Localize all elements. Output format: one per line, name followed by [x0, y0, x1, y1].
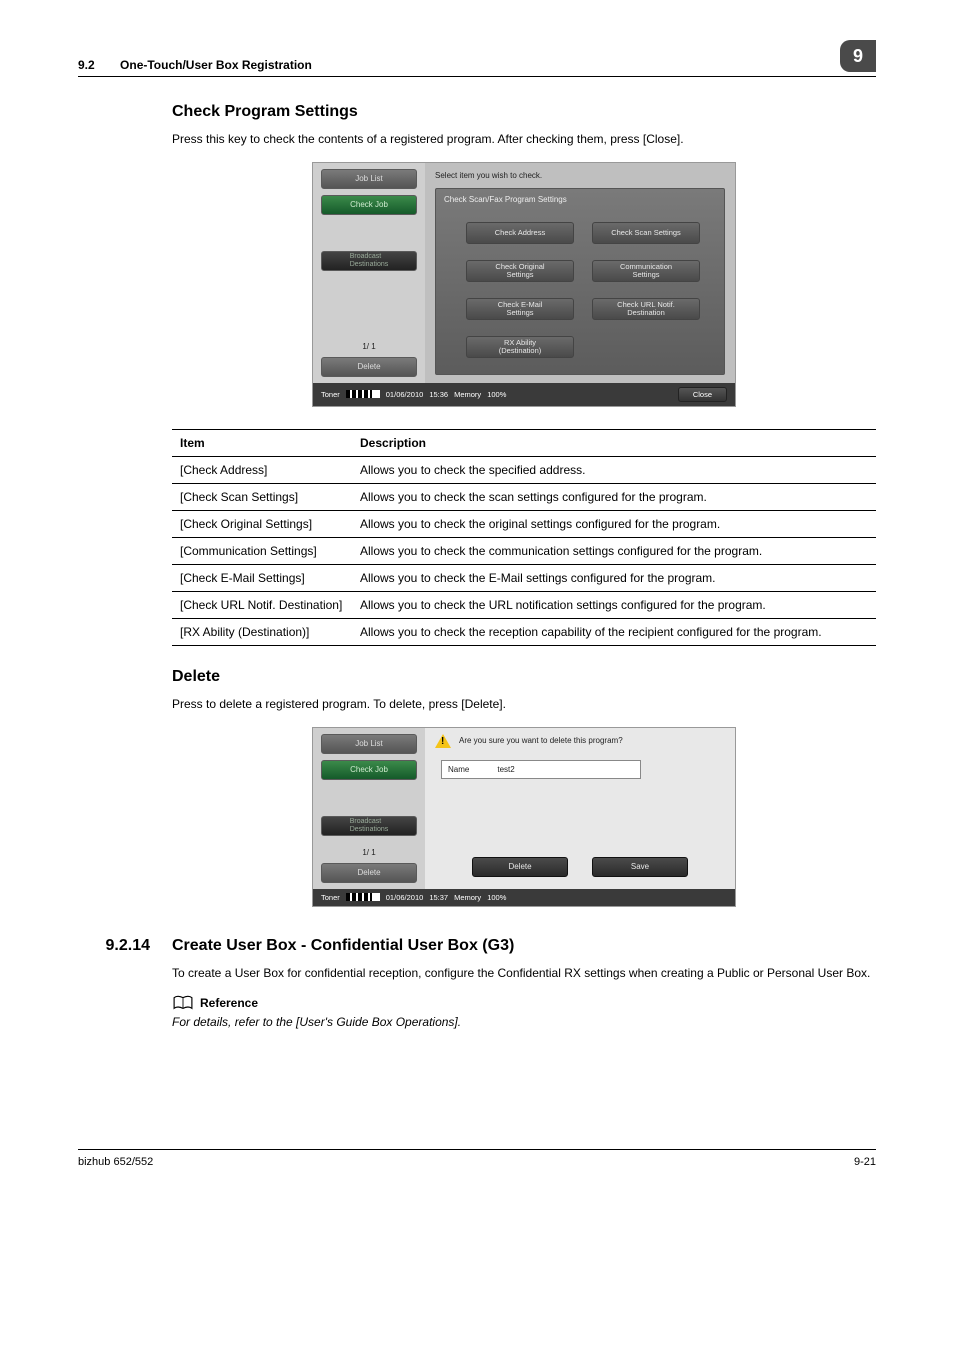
- shot1-memory-value: 100%: [487, 390, 506, 399]
- save-button[interactable]: Save: [592, 857, 688, 877]
- shot1-time: 15:36: [429, 391, 448, 399]
- cell-item: [Check Original Settings]: [172, 510, 352, 537]
- shot2-memory-value: 100%: [487, 893, 506, 902]
- subsection-title: Create User Box - Confidential User Box …: [172, 937, 514, 955]
- cell-desc: Allows you to check the communication se…: [352, 537, 876, 564]
- table-row: [Check Address]Allows you to check the s…: [172, 456, 876, 483]
- settings-description-table: Item Description [Check Address]Allows y…: [172, 429, 876, 646]
- cell-item: [Check URL Notif. Destination]: [172, 591, 352, 618]
- shot2-pager: 1/ 1: [321, 848, 417, 857]
- table-row: [Check E-Mail Settings]Allows you to che…: [172, 564, 876, 591]
- warning-icon: !: [435, 734, 451, 748]
- cell-item: [Check Scan Settings]: [172, 483, 352, 510]
- header-section-title: One-Touch/User Box Registration: [120, 58, 312, 72]
- job-list-button[interactable]: Job List: [321, 734, 417, 754]
- delete-body: Press to delete a registered program. To…: [172, 696, 876, 713]
- table-header-row: Item Description: [172, 429, 876, 456]
- toner-label: Toner: [321, 390, 340, 399]
- reference-text: For details, refer to the [User's Guide …: [172, 1015, 876, 1029]
- book-icon: [172, 995, 194, 1011]
- delete-title: Delete: [172, 668, 876, 686]
- check-original-settings-button[interactable]: Check Original Settings: [466, 260, 574, 282]
- footer-right: 9-21: [854, 1156, 876, 1168]
- toner-gauge-icon: [346, 893, 380, 901]
- cell-item: [Check Address]: [172, 456, 352, 483]
- screenshot-check-program: Job List Check Job Broadcast Destination…: [312, 162, 736, 407]
- cell-desc: Allows you to check the E-Mail settings …: [352, 564, 876, 591]
- broadcast-destinations-button[interactable]: Broadcast Destinations: [321, 251, 417, 271]
- job-list-button[interactable]: Job List: [321, 169, 417, 189]
- shot2-status-bar: Toner 01/06/2010 15:37 Memory 100%: [313, 889, 735, 906]
- cell-desc: Allows you to check the specified addres…: [352, 456, 876, 483]
- shot1-pager: 1/ 1: [321, 342, 417, 351]
- shot2-left-panel: Job List Check Job Broadcast Destination…: [313, 728, 425, 889]
- toner-label: Toner: [321, 893, 340, 902]
- warning-row: ! Are you sure you want to delete this p…: [435, 734, 725, 748]
- check-program-settings-body: Press this key to check the contents of …: [172, 131, 876, 148]
- table-row: [Check Scan Settings]Allows you to check…: [172, 483, 876, 510]
- shot1-panel: Check Scan/Fax Program Settings Check Ad…: [435, 188, 725, 375]
- cell-desc: Allows you to check the reception capabi…: [352, 618, 876, 645]
- subsection-header: 9.2.14 Create User Box - Confidential Us…: [78, 937, 876, 955]
- check-url-notif-button[interactable]: Check URL Notif. Destination: [592, 298, 700, 320]
- shot1-memory-label: Memory: [454, 390, 481, 399]
- toner-gauge-icon: [346, 390, 380, 398]
- subsection-body: To create a User Box for confidential re…: [172, 965, 876, 982]
- subsection-number: 9.2.14: [78, 937, 150, 955]
- cell-item: [Check E-Mail Settings]: [172, 564, 352, 591]
- reference-row: Reference: [172, 995, 876, 1011]
- shot1-left-panel: Job List Check Job Broadcast Destination…: [313, 163, 425, 383]
- name-label: Name: [448, 765, 469, 774]
- table-row: [Check URL Notif. Destination]Allows you…: [172, 591, 876, 618]
- col-description: Description: [352, 429, 876, 456]
- program-name-box: Name test2: [441, 760, 641, 779]
- chapter-badge: 9: [840, 40, 876, 72]
- header-right: 9: [840, 40, 876, 72]
- header-section-number: 9.2: [78, 58, 95, 72]
- shot1-date: 01/06/2010: [386, 390, 424, 399]
- screenshot-delete-confirm: Job List Check Job Broadcast Destination…: [312, 727, 736, 907]
- name-value: test2: [497, 765, 514, 774]
- check-scan-settings-button[interactable]: Check Scan Settings: [592, 222, 700, 244]
- check-address-button[interactable]: Check Address: [466, 222, 574, 244]
- cell-desc: Allows you to check the URL notification…: [352, 591, 876, 618]
- col-item: Item: [172, 429, 352, 456]
- table-row: [Communication Settings]Allows you to ch…: [172, 537, 876, 564]
- shot1-status-bar: Toner 01/06/2010 15:36 Memory 100% Close: [313, 383, 735, 406]
- check-job-button[interactable]: Check Job: [321, 760, 417, 780]
- check-email-settings-button[interactable]: Check E-Mail Settings: [466, 298, 574, 320]
- page-footer: bizhub 652/552 9-21: [78, 1149, 876, 1168]
- header-left: 9.2 One-Touch/User Box Registration: [78, 58, 312, 72]
- broadcast-destinations-button[interactable]: Broadcast Destinations: [321, 816, 417, 836]
- delete-button[interactable]: Delete: [472, 857, 568, 877]
- cell-desc: Allows you to check the original setting…: [352, 510, 876, 537]
- table-row: [RX Ability (Destination)]Allows you to …: [172, 618, 876, 645]
- cell-desc: Allows you to check the scan settings co…: [352, 483, 876, 510]
- rx-ability-button[interactable]: RX Ability (Destination): [466, 336, 574, 358]
- shot2-time: 15:37: [429, 893, 448, 902]
- cell-item: [RX Ability (Destination)]: [172, 618, 352, 645]
- close-button[interactable]: Close: [678, 387, 727, 402]
- cell-item: [Communication Settings]: [172, 537, 352, 564]
- table-row: [Check Original Settings]Allows you to c…: [172, 510, 876, 537]
- reference-label: Reference: [200, 996, 258, 1010]
- shot2-memory-label: Memory: [454, 893, 481, 902]
- shot2-date: 01/06/2010: [386, 893, 424, 902]
- communication-settings-button[interactable]: Communication Settings: [592, 260, 700, 282]
- confirm-message: Are you sure you want to delete this pro…: [459, 736, 623, 745]
- check-job-button[interactable]: Check Job: [321, 195, 417, 215]
- shot1-panel-title: Check Scan/Fax Program Settings: [444, 195, 716, 204]
- footer-left: bizhub 652/552: [78, 1156, 153, 1168]
- page-header: 9.2 One-Touch/User Box Registration 9: [78, 40, 876, 77]
- check-program-settings-title: Check Program Settings: [172, 103, 876, 121]
- shot1-delete-button[interactable]: Delete: [321, 357, 417, 377]
- shot1-message: Select item you wish to check.: [435, 171, 725, 180]
- shot2-left-delete-button[interactable]: Delete: [321, 863, 417, 883]
